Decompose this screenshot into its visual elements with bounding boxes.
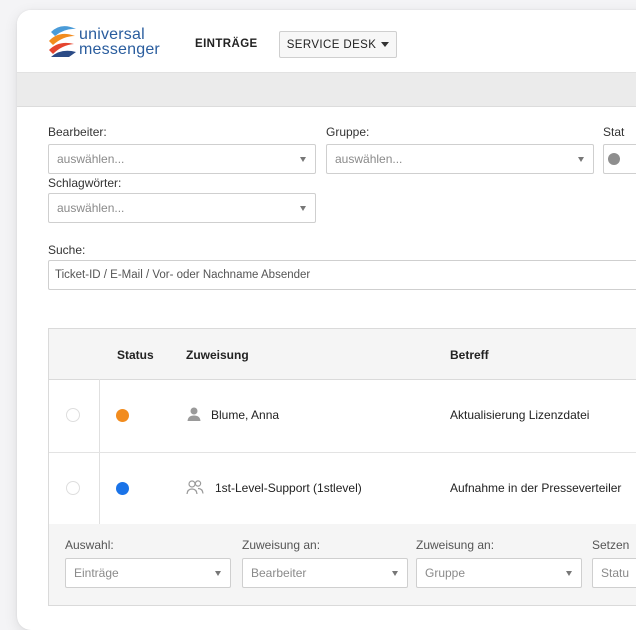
setzen-label: Setzen (592, 538, 630, 552)
nav-entries[interactable]: EINTRÄGE (195, 38, 258, 50)
setzen-status-select[interactable]: Statu (592, 558, 636, 588)
chevron-down-icon (578, 157, 584, 162)
column-betreff[interactable]: Betreff (450, 348, 489, 362)
row-select-radio[interactable] (66, 408, 80, 422)
gruppe-select[interactable]: auswählen... (326, 144, 594, 174)
zuweisung-gruppe-label: Zuweisung an: (416, 538, 495, 552)
zuweisung-gruppe-select[interactable]: Gruppe (416, 558, 582, 588)
schlagwoerter-label: Schlagwörter: (48, 176, 122, 190)
nav-service-desk-dropdown[interactable]: SERVICE DESK (279, 31, 397, 58)
zuweisung-bearbeiter-value: Bearbeiter (251, 566, 307, 580)
chevron-down-icon (300, 206, 306, 211)
assignee: 1st-Level-Support (1stlevel) (215, 481, 362, 495)
logo[interactable]: universal messenger (47, 24, 187, 60)
status-dot-icon (608, 153, 620, 165)
bearbeiter-placeholder: auswählen... (57, 152, 125, 166)
tickets-table: Status Zuweisung Betreff Blume, Anna Akt… (48, 328, 636, 606)
user-icon (187, 407, 201, 421)
status-dot-icon (116, 482, 129, 495)
suche-label: Suche: (48, 243, 86, 257)
column-status[interactable]: Status (117, 348, 154, 362)
subject: Aktualisierung Lizenzdatei (450, 408, 590, 422)
auswahl-select[interactable]: Einträge (65, 558, 231, 588)
assignee: Blume, Anna (211, 408, 280, 422)
app-window: universal messenger EINTRÄGE SERVICE DES… (17, 10, 636, 630)
auswahl-value: Einträge (74, 566, 119, 580)
chevron-down-icon (566, 571, 572, 576)
logo-line1: universal (79, 26, 145, 43)
top-header: universal messenger EINTRÄGE SERVICE DES… (17, 10, 636, 72)
toolbar-bar (17, 72, 636, 107)
subject: Aufnahme in der Presseverteiler (450, 481, 622, 495)
search-input[interactable] (48, 260, 636, 290)
logo-line2: messenger (79, 41, 160, 58)
table-row[interactable]: Blume, Anna Aktualisierung Lizenzdatei (49, 380, 636, 453)
chevron-down-icon (392, 571, 398, 576)
group-icon (186, 480, 204, 495)
logo-icon (49, 26, 76, 57)
status-dot-icon (116, 409, 129, 422)
caret-down-icon (381, 42, 390, 47)
schlagwoerter-select[interactable]: auswählen... (48, 193, 316, 223)
row-select-radio[interactable] (66, 481, 80, 495)
chevron-down-icon (300, 157, 306, 162)
auswahl-label: Auswahl: (65, 538, 114, 552)
bearbeiter-label: Bearbeiter: (48, 125, 107, 139)
bearbeiter-select[interactable]: auswählen... (48, 144, 316, 174)
zuweisung-gruppe-value: Gruppe (425, 566, 466, 580)
table-row[interactable]: 1st-Level-Support (1stlevel) Aufnahme in… (49, 453, 636, 526)
column-zuweisung[interactable]: Zuweisung (186, 348, 249, 362)
chevron-down-icon (215, 571, 221, 576)
bulk-actions-footer: Auswahl: Einträge Zuweisung an: Bearbeit… (49, 524, 636, 605)
schlagwoerter-placeholder: auswählen... (57, 201, 125, 215)
zuweisung-bearbeiter-select[interactable]: Bearbeiter (242, 558, 408, 588)
logo-text: universal messenger (79, 26, 160, 58)
gruppe-label: Gruppe: (326, 125, 370, 139)
gruppe-placeholder: auswählen... (335, 152, 403, 166)
nav-service-desk-label: SERVICE DESK (286, 38, 377, 51)
table-header: Status Zuweisung Betreff (49, 329, 636, 380)
status-select[interactable] (603, 144, 636, 174)
setzen-value: Statu (601, 566, 630, 580)
status-label: Stat (603, 125, 625, 139)
zuweisung-bearbeiter-label: Zuweisung an: (242, 538, 321, 552)
